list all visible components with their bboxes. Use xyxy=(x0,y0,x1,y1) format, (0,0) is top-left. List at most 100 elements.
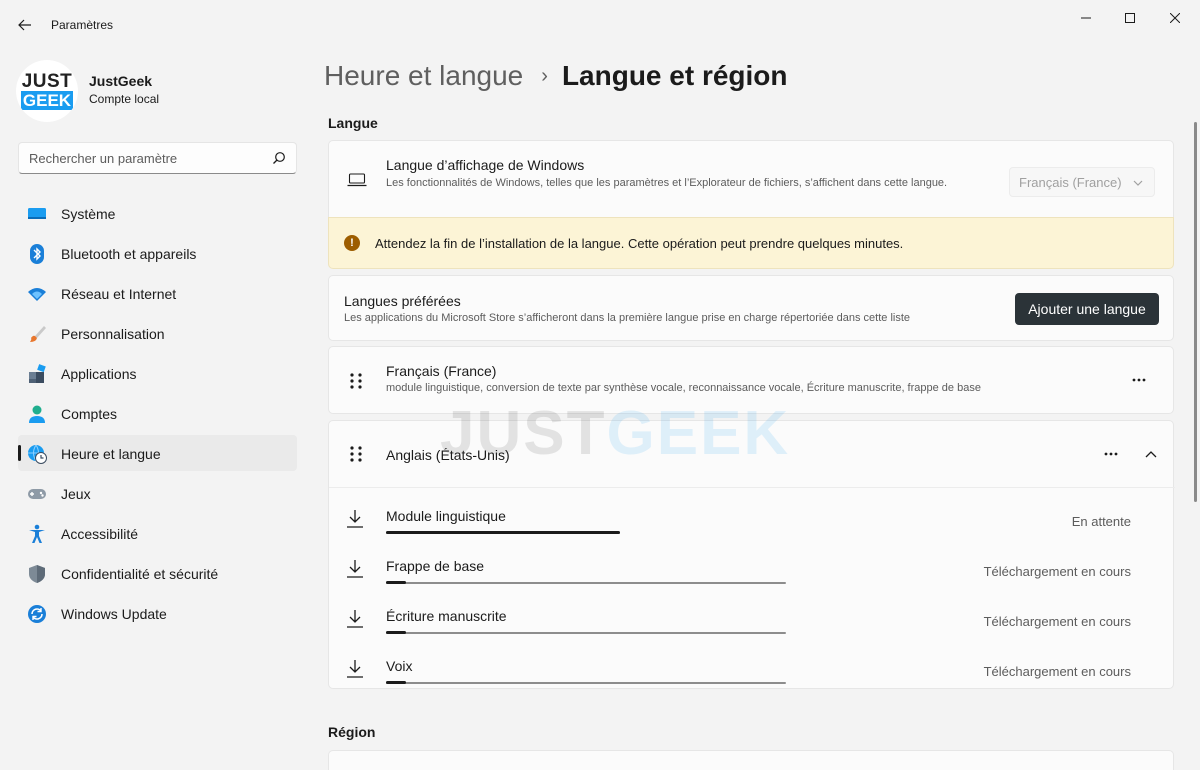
gamepad-icon xyxy=(27,484,47,504)
profile-name: JustGeek xyxy=(89,73,153,89)
drag-handle-icon[interactable] xyxy=(349,372,363,390)
download-status: En attente xyxy=(1071,514,1131,529)
download-progress-bar xyxy=(386,531,620,534)
download-title: Module linguistique xyxy=(386,508,506,524)
maximize-button[interactable] xyxy=(1114,6,1146,30)
monitor-icon xyxy=(27,204,47,224)
section-title-region: Région xyxy=(328,724,376,740)
display-language-dropdown[interactable]: Français (France) xyxy=(1009,167,1155,197)
title-bar: Paramètres xyxy=(0,0,1200,50)
install-warning-banner: ! Attendez la fin de l’installation de l… xyxy=(328,217,1174,269)
arrow-left-icon xyxy=(18,19,31,31)
download-title: Écriture manuscrite xyxy=(386,608,507,624)
language-name: Français (France) xyxy=(386,363,497,379)
scrollbar[interactable] xyxy=(1194,122,1197,502)
search-input[interactable]: Rechercher un paramètre xyxy=(18,142,297,174)
download-progress-bar xyxy=(386,681,786,684)
download-item: Frappe de base Téléchargement en cours xyxy=(329,545,1175,595)
more-options-button[interactable] xyxy=(1099,442,1123,466)
back-button[interactable] xyxy=(12,12,38,38)
bluetooth-icon xyxy=(27,244,47,264)
preferred-languages-description: Les applications du Microsoft Store s’af… xyxy=(344,312,911,324)
sidebar-item-confidentialite[interactable]: Confidentialité et sécurité xyxy=(18,555,297,591)
language-features: module linguistique, conversion de texte… xyxy=(386,382,981,394)
section-title-langue: Langue xyxy=(328,115,378,131)
download-icon xyxy=(347,510,363,528)
close-button[interactable] xyxy=(1159,6,1191,30)
sidebar-item-accessibilite[interactable]: Accessibilité xyxy=(18,515,297,551)
download-progress-fill xyxy=(386,581,406,584)
download-item: Module linguistique En attente xyxy=(329,495,1175,545)
sidebar-item-heure-langue[interactable]: Heure et langue xyxy=(18,435,297,471)
collapse-button[interactable] xyxy=(1139,442,1163,466)
more-horizontal-icon xyxy=(1132,378,1146,382)
sidebar-item-label: Personnalisation xyxy=(61,326,165,342)
download-progress-bar xyxy=(386,631,786,634)
watermark-part-geek: GEEK xyxy=(606,399,791,468)
breadcrumb-parent[interactable]: Heure et langue xyxy=(324,60,523,92)
sidebar-item-label: Accessibilité xyxy=(61,526,139,542)
justgeek-watermark: JUSTGEEK xyxy=(440,398,790,469)
download-icon xyxy=(347,610,363,628)
preferred-languages-title: Langues préférées xyxy=(344,293,461,309)
sidebar-item-label: Réseau et Internet xyxy=(61,286,177,302)
globe-clock-icon xyxy=(27,444,47,464)
warning-icon: ! xyxy=(344,235,360,251)
display-language-description: Les fonctionnalités de Windows, telles q… xyxy=(386,177,948,189)
shield-icon xyxy=(27,564,47,584)
chevron-right-icon: › xyxy=(541,64,548,87)
download-title: Voix xyxy=(386,658,413,674)
sidebar-item-bluetooth[interactable]: Bluetooth et appareils xyxy=(18,235,297,271)
sidebar-item-label: Confidentialité et sécurité xyxy=(61,566,219,582)
chevron-down-icon xyxy=(1133,180,1143,186)
dropdown-selected-value: Français (France) xyxy=(1019,175,1122,190)
update-icon xyxy=(27,604,47,624)
download-icon xyxy=(347,560,363,578)
sidebar-item-jeux[interactable]: Jeux xyxy=(18,475,297,511)
download-title: Frappe de base xyxy=(386,558,485,574)
more-options-button[interactable] xyxy=(1127,368,1151,392)
display-language-card: Langue d’affichage de Windows Les foncti… xyxy=(328,140,1174,218)
sidebar-item-reseau[interactable]: Réseau et Internet xyxy=(18,275,297,311)
justgeek-logo: JUST GEEK xyxy=(20,71,74,110)
minimize-icon xyxy=(1081,17,1091,19)
logo-text-geek: GEEK xyxy=(20,91,74,110)
sidebar-item-applications[interactable]: Applications xyxy=(18,355,297,391)
sidebar-item-label: Heure et langue xyxy=(61,446,161,462)
download-status: Téléchargement en cours xyxy=(983,664,1131,679)
display-language-title: Langue d’affichage de Windows xyxy=(386,157,585,173)
sidebar-item-comptes[interactable]: Comptes xyxy=(18,395,297,431)
download-progress-fill xyxy=(386,631,406,634)
accessibility-icon xyxy=(27,524,47,544)
logo-text-just: JUST xyxy=(21,71,73,92)
download-progress-bar xyxy=(386,581,786,584)
sidebar-item-label: Comptes xyxy=(61,406,118,422)
download-progress-fill xyxy=(386,681,406,684)
account-type: Compte local xyxy=(89,92,160,106)
add-language-button[interactable]: Ajouter une langue xyxy=(1015,293,1159,325)
sidebar-item-label: Jeux xyxy=(61,486,91,502)
search-icon xyxy=(273,152,285,164)
minimize-button[interactable] xyxy=(1070,6,1102,30)
drag-handle-icon[interactable] xyxy=(349,445,363,463)
app-title: Paramètres xyxy=(51,18,114,32)
download-icon xyxy=(347,660,363,678)
search-placeholder: Rechercher un paramètre xyxy=(29,151,178,166)
more-horizontal-icon xyxy=(1104,452,1118,456)
page-title: Langue et région xyxy=(561,60,788,91)
breadcrumb: Heure et langue › Langue et région xyxy=(324,60,788,92)
sidebar-item-label: Windows Update xyxy=(61,606,167,622)
sidebar-item-systeme[interactable]: Système xyxy=(18,195,297,231)
laptop-icon xyxy=(347,173,367,187)
warning-text: Attendez la fin de l’installation de la … xyxy=(375,236,904,251)
person-icon xyxy=(27,404,47,424)
maximize-icon xyxy=(1125,13,1135,23)
sidebar-nav: Système Bluetooth et appareils Réseau et… xyxy=(18,195,297,635)
wifi-icon xyxy=(27,284,47,304)
sidebar-item-windows-update[interactable]: Windows Update xyxy=(18,595,297,631)
avatar[interactable]: JUST GEEK xyxy=(16,60,78,122)
sidebar-item-label: Système xyxy=(61,206,116,222)
download-status: Téléchargement en cours xyxy=(983,564,1131,579)
chevron-up-icon xyxy=(1145,451,1157,458)
sidebar-item-personnalisation[interactable]: Personnalisation xyxy=(18,315,297,351)
